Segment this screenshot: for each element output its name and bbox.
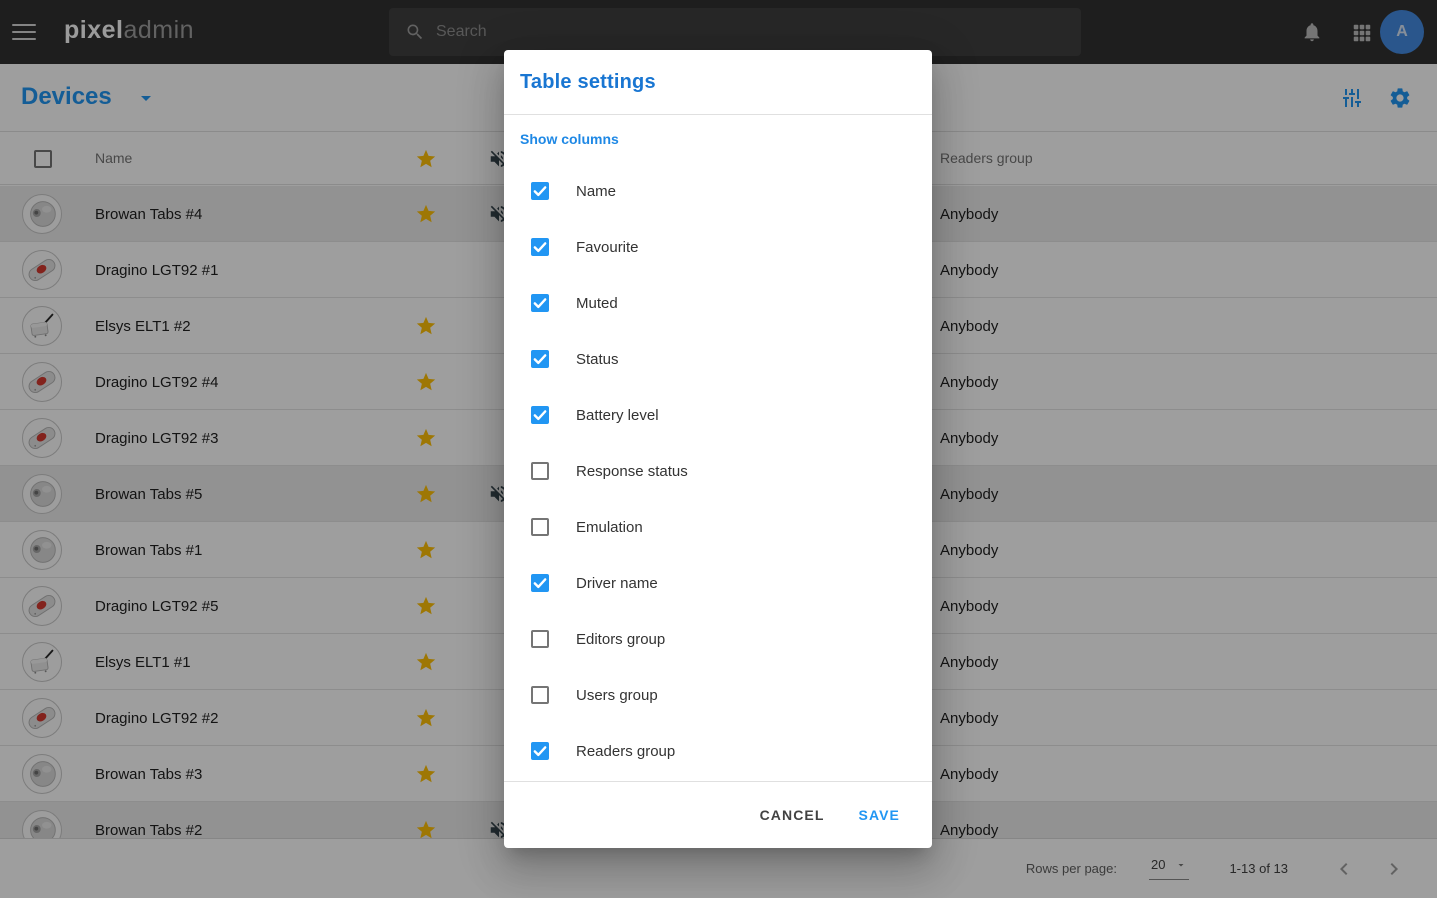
column-checkbox[interactable] [531,686,549,704]
check-icon [531,574,549,592]
column-toggle-item[interactable]: Driver name [520,555,916,611]
cancel-button[interactable]: CANCEL [756,799,829,831]
column-label: Response status [576,463,688,480]
check-icon [531,350,549,368]
column-toggle-item[interactable]: Readers group [520,723,916,779]
column-checkbox[interactable] [531,182,549,200]
check-icon [531,406,549,424]
column-checkbox-list: Name Favourite Muted Status Battery leve… [520,163,916,779]
column-toggle-item[interactable]: Users group [520,667,916,723]
column-checkbox[interactable] [531,574,549,592]
column-toggle-item[interactable]: Status [520,331,916,387]
column-toggle-item[interactable]: Editors group [520,611,916,667]
column-toggle-item[interactable]: Battery level [520,387,916,443]
save-button[interactable]: SAVE [855,799,905,831]
column-toggle-item[interactable]: Muted [520,275,916,331]
column-checkbox[interactable] [531,462,549,480]
column-checkbox[interactable] [531,350,549,368]
column-checkbox[interactable] [531,238,549,256]
column-label: Battery level [576,407,659,424]
dialog-footer: CANCEL SAVE [504,782,932,848]
column-checkbox[interactable] [531,518,549,536]
column-label: Emulation [576,519,643,536]
column-checkbox[interactable] [531,294,549,312]
column-label: Users group [576,687,658,704]
column-label: Status [576,351,619,368]
column-label: Readers group [576,743,675,760]
column-label: Muted [576,295,618,312]
column-label: Editors group [576,631,665,648]
column-checkbox[interactable] [531,406,549,424]
column-checkbox[interactable] [531,630,549,648]
check-icon [531,294,549,312]
column-label: Name [576,183,616,200]
dialog-title: Table settings [520,71,656,94]
column-toggle-item[interactable]: Response status [520,443,916,499]
show-columns-label: Show columns [520,131,916,147]
column-toggle-item[interactable]: Emulation [520,499,916,555]
column-label: Favourite [576,239,639,256]
dialog-body: Show columns Name Favourite Muted Status… [504,115,932,782]
dialog-header: Table settings [504,50,932,115]
column-checkbox[interactable] [531,742,549,760]
column-toggle-item[interactable]: Name [520,163,916,219]
column-label: Driver name [576,575,658,592]
column-toggle-item[interactable]: Favourite [520,219,916,275]
check-icon [531,742,549,760]
check-icon [531,182,549,200]
check-icon [531,238,549,256]
table-settings-dialog: Table settings Show columns Name Favouri… [504,50,932,848]
